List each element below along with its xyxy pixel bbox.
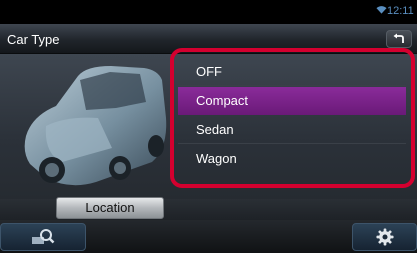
highlight-frame xyxy=(170,48,415,188)
source-search-icon xyxy=(32,229,55,244)
source-search-button[interactable] xyxy=(0,223,86,251)
clock: 12:11 xyxy=(387,5,414,17)
location-button[interactable]: Location xyxy=(56,197,164,219)
back-button[interactable] xyxy=(386,30,412,48)
status-bar: 12:11 xyxy=(0,0,417,24)
page-title: Car Type xyxy=(7,32,60,47)
car-illustration xyxy=(24,66,167,186)
settings-button[interactable] xyxy=(352,223,417,251)
wifi-icon xyxy=(376,6,387,14)
back-arrow-icon xyxy=(393,33,404,43)
gear-icon xyxy=(375,228,394,246)
